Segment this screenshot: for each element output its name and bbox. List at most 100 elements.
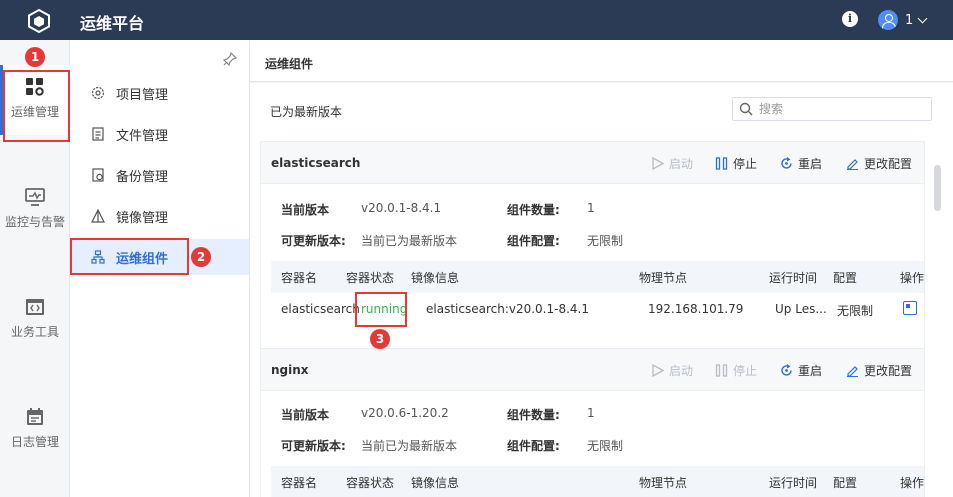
page-header: 运维组件 xyxy=(250,40,953,82)
search-input[interactable] xyxy=(759,101,924,117)
avatar-icon xyxy=(878,10,898,30)
component-config-label: 组件配置: xyxy=(507,439,560,453)
current-version-value: v20.0.1-8.4.1 xyxy=(361,201,442,215)
pause-icon xyxy=(715,157,728,170)
edit-config-button[interactable]: 更改配置 xyxy=(846,155,912,172)
restart-button[interactable]: 重启 xyxy=(780,155,822,172)
updatable-version-value: 当前已为最新版本 xyxy=(361,439,458,453)
gear-icon xyxy=(91,86,105,100)
sub-item-label: 文件管理 xyxy=(116,128,169,144)
nav-label: 日志管理 xyxy=(10,435,59,449)
image-info: elasticsearch:v20.0.1-8.4.1 xyxy=(426,302,589,316)
component-count-value: 1 xyxy=(587,406,595,420)
card-header: nginx 启动 停止 重启 更改配置 xyxy=(261,349,924,391)
component-name: nginx xyxy=(271,363,309,377)
search-box[interactable] xyxy=(732,97,932,121)
sub-item-project-management[interactable]: 项目管理 xyxy=(70,75,249,111)
scrollbar[interactable] xyxy=(934,165,941,211)
column-header: 容器状态 xyxy=(346,271,395,285)
current-version-label: 当前版本 xyxy=(281,203,330,217)
backup-icon xyxy=(92,168,104,182)
column-header: 物理节点 xyxy=(639,271,688,285)
app-title: 运维平台 xyxy=(80,14,145,33)
top-bar: 运维平台 i 1 xyxy=(0,0,953,40)
updatable-version-label: 可更新版本: xyxy=(281,439,346,453)
stop-button[interactable]: 停止 xyxy=(715,362,757,379)
content-area: 已为最新版本 elasticsearch 启动 停止 xyxy=(250,83,953,497)
pin-icon[interactable] xyxy=(223,52,237,66)
component-card-elasticsearch: elasticsearch 启动 停止 重启 更改配置 当前版本 v20.0.1… xyxy=(260,141,925,367)
annotation-box-1 xyxy=(3,70,70,142)
info-icon[interactable]: i xyxy=(842,11,858,27)
cube-logo-icon xyxy=(28,8,50,34)
component-name: elasticsearch xyxy=(271,156,361,170)
image-icon xyxy=(91,209,105,223)
column-header: 配置 xyxy=(833,271,858,285)
annotation-badge-3: 3 xyxy=(370,329,390,349)
terminal-icon[interactable] xyxy=(903,301,917,315)
restart-icon xyxy=(781,364,792,376)
nav-item-log-management[interactable]: 日志管理 xyxy=(0,395,70,465)
main-panel: 运维组件 已为最新版本 elasticsearch 启动 停止 xyxy=(250,40,953,497)
edit-config-button[interactable]: 更改配置 xyxy=(846,362,912,379)
table-header: 容器名 容器状态 镜像信息 物理节点 运行时间 配置 操作 xyxy=(271,466,924,497)
file-icon xyxy=(92,127,104,141)
component-config-value: 无限制 xyxy=(587,439,624,453)
nav-label: 业务工具 xyxy=(10,325,59,339)
row-config: 无限制 xyxy=(837,304,874,318)
column-header: 操作 xyxy=(900,271,925,285)
play-icon xyxy=(652,364,664,377)
column-header: 镜像信息 xyxy=(411,476,460,490)
container-name: elasticsearch xyxy=(281,302,360,316)
version-status: 已为最新版本 xyxy=(270,105,343,119)
sub-item-image-management[interactable]: 镜像管理 xyxy=(70,198,249,234)
component-config-label: 组件配置: xyxy=(507,234,560,248)
user-name: 1 xyxy=(905,12,914,28)
stop-button[interactable]: 停止 xyxy=(715,155,757,172)
play-icon xyxy=(652,157,664,170)
sub-item-label: 项目管理 xyxy=(116,87,169,103)
edit-icon xyxy=(847,159,858,170)
column-header: 镜像信息 xyxy=(411,271,460,285)
column-header: 运行时间 xyxy=(769,476,818,490)
annotation-badge-2: 2 xyxy=(191,247,211,267)
column-header: 配置 xyxy=(833,476,858,490)
physical-node: 192.168.101.79 xyxy=(648,302,744,316)
annotation-box-2 xyxy=(70,238,189,275)
pause-icon xyxy=(715,364,728,377)
nav-label: 监控与告警 xyxy=(4,215,65,229)
column-header: 容器状态 xyxy=(346,476,395,490)
restart-button[interactable]: 重启 xyxy=(780,362,822,379)
component-count-label: 组件数量: xyxy=(507,203,560,217)
updatable-version-label: 可更新版本: xyxy=(281,234,346,248)
start-button[interactable]: 启动 xyxy=(651,362,693,379)
annotation-box-3 xyxy=(355,292,407,327)
code-window-icon xyxy=(26,299,44,315)
column-header: 运行时间 xyxy=(769,271,818,285)
column-header: 物理节点 xyxy=(639,476,688,490)
table-header: 容器名 容器状态 镜像信息 物理节点 运行时间 配置 操作 xyxy=(271,261,924,293)
sub-item-file-management[interactable]: 文件管理 xyxy=(70,116,249,152)
annotation-badge-1: 1 xyxy=(25,47,45,67)
chevron-down-icon xyxy=(917,13,928,23)
monitor-icon xyxy=(25,188,45,206)
sub-item-label: 备份管理 xyxy=(116,169,169,185)
calendar-log-icon xyxy=(27,408,43,425)
nav-item-business-tools[interactable]: 业务工具 xyxy=(0,285,70,355)
component-count-label: 组件数量: xyxy=(507,408,560,422)
column-header: 操作 xyxy=(900,476,925,490)
nav-item-monitoring[interactable]: 监控与告警 xyxy=(0,175,70,245)
component-count-value: 1 xyxy=(587,201,595,215)
start-button[interactable]: 启动 xyxy=(651,155,693,172)
column-header: 容器名 xyxy=(281,271,318,285)
component-config-value: 无限制 xyxy=(587,234,624,248)
edit-icon xyxy=(847,366,858,377)
sub-item-label: 镜像管理 xyxy=(116,210,169,226)
restart-icon xyxy=(781,157,792,169)
component-card-nginx: nginx 启动 停止 重启 更改配置 当前版本 v20.0.6-1.20.2 … xyxy=(260,348,925,497)
sub-item-backup-management[interactable]: 备份管理 xyxy=(70,157,249,193)
user-menu[interactable]: 1 xyxy=(878,9,928,31)
current-version-value: v20.0.6-1.20.2 xyxy=(361,406,449,420)
current-version-label: 当前版本 xyxy=(281,408,330,422)
search-icon xyxy=(739,102,753,116)
